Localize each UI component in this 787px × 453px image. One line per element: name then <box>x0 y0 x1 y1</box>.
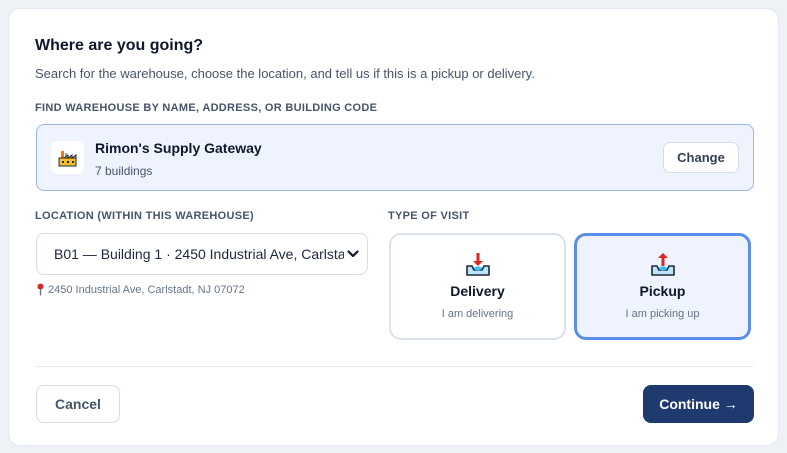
warehouse-building-count: 7 buildings <box>95 164 153 178</box>
pickup-subtitle: I am picking up <box>625 308 700 320</box>
location-select-value: B01 — Building 1 · 2450 Industrial Ave, … <box>54 246 344 262</box>
delivery-title: Delivery <box>450 283 505 299</box>
visit-form-card: Where are you going? Search for the ware… <box>8 8 779 446</box>
visit-option-delivery[interactable]: Delivery I am delivering <box>389 233 566 340</box>
chevron-down-icon <box>347 250 359 258</box>
selected-warehouse: Rimon's Supply Gateway 7 buildings Chang… <box>36 124 754 191</box>
location-select[interactable]: B01 — Building 1 · 2450 Industrial Ave, … <box>36 233 368 275</box>
tray-arrow-down-icon <box>465 253 490 276</box>
location-address-text: 2450 Industrial Ave, Carlstadt, NJ 07072 <box>48 283 245 296</box>
tray-arrow-up-icon <box>650 253 675 276</box>
location-address: 2450 Industrial Ave, Carlstadt, NJ 07072 <box>36 283 245 296</box>
page-subtitle: Search for the warehouse, choose the loc… <box>35 66 535 81</box>
pickup-title: Pickup <box>639 283 686 299</box>
cancel-button[interactable]: Cancel <box>36 385 120 423</box>
change-warehouse-button[interactable]: Change <box>663 142 739 173</box>
page-title: Where are you going? <box>35 37 204 54</box>
factory-icon <box>51 141 84 174</box>
warehouse-name: Rimon's Supply Gateway <box>95 140 262 156</box>
footer-divider <box>35 366 753 367</box>
visit-type-section-label: TYPE OF VISIT <box>388 210 470 222</box>
warehouse-section-label: FIND WAREHOUSE BY NAME, ADDRESS, OR BUIL… <box>35 102 378 114</box>
location-section-label: LOCATION (WITHIN THIS WAREHOUSE) <box>35 210 254 222</box>
continue-button[interactable]: Continue → <box>643 385 754 423</box>
pin-icon <box>37 283 44 296</box>
visit-option-pickup[interactable]: Pickup I am picking up <box>574 233 751 340</box>
delivery-subtitle: I am delivering <box>441 308 514 320</box>
